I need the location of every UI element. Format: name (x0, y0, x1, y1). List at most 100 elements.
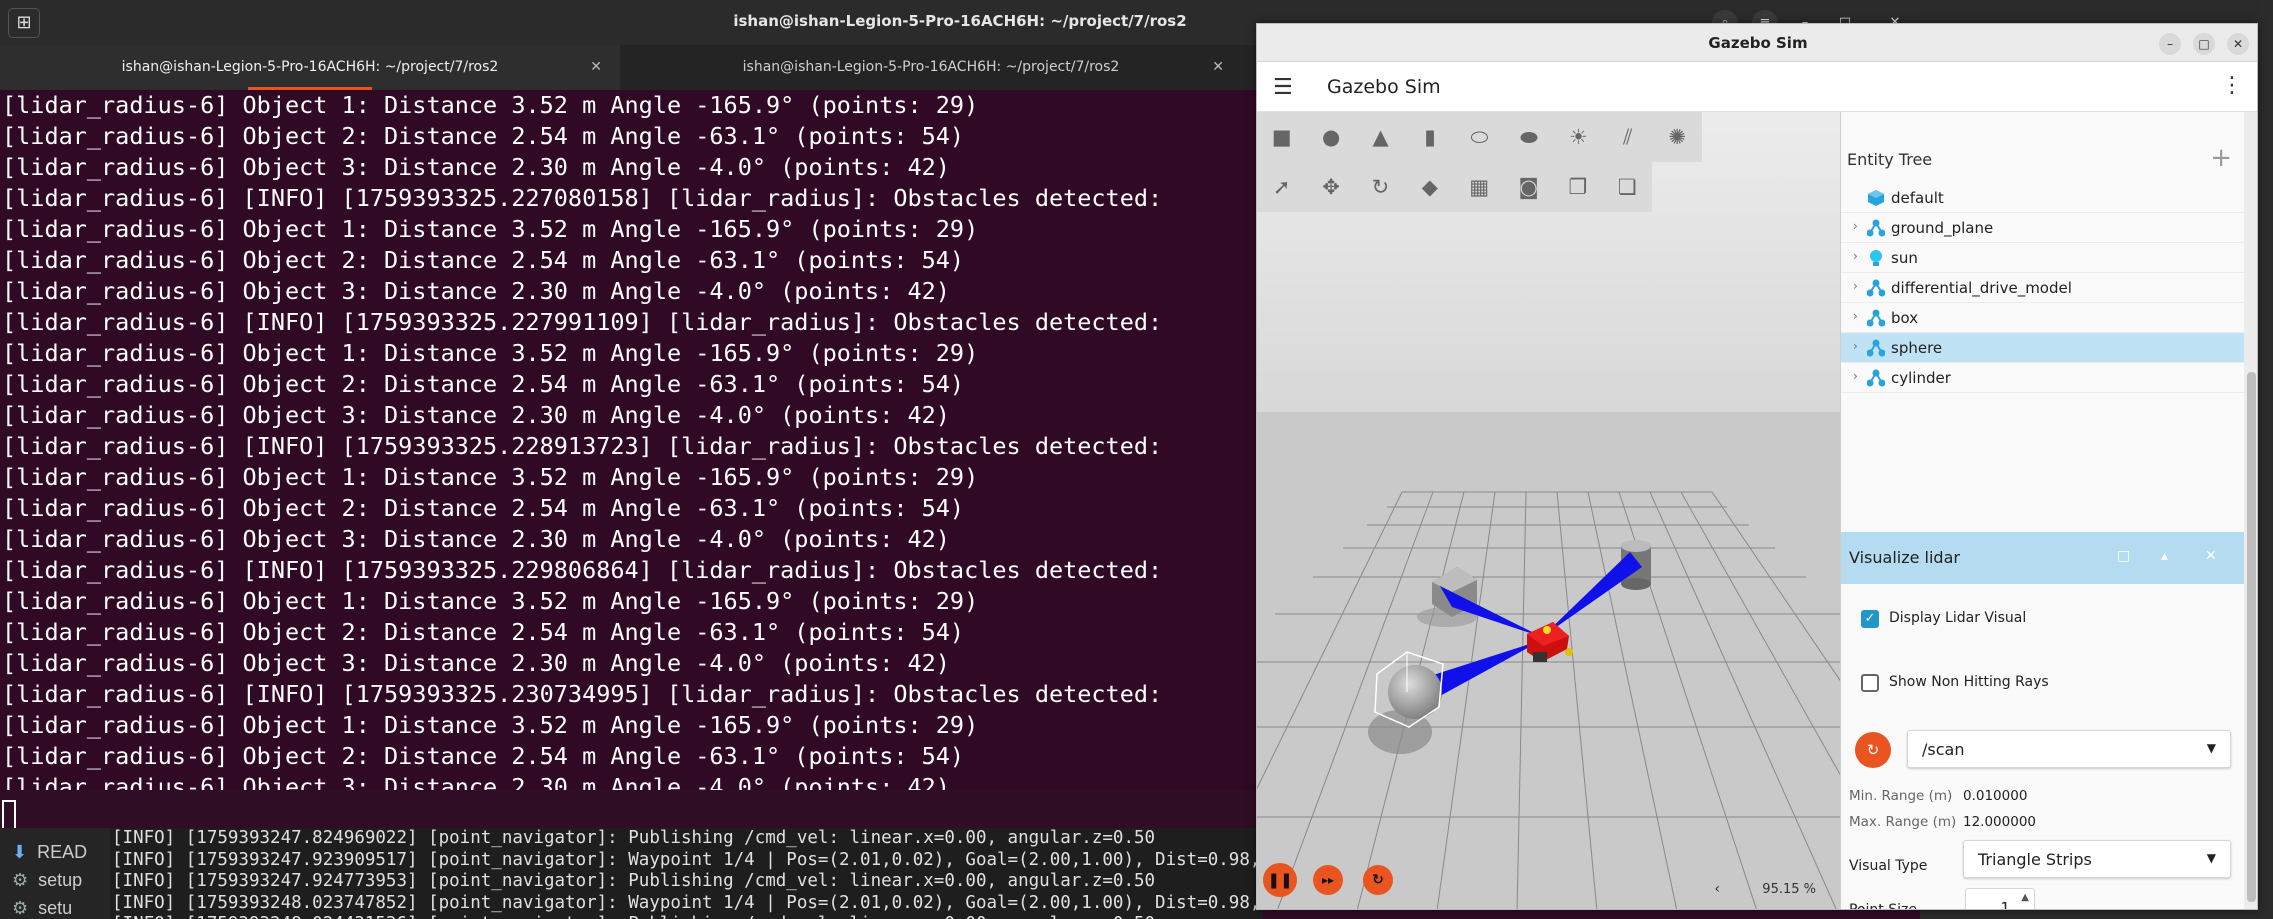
box-shape-icon[interactable]: ■ (1257, 112, 1306, 162)
entity-name: sphere (1891, 339, 1943, 357)
tab-close-icon[interactable]: ✕ (1212, 45, 1224, 90)
model-icon (1866, 339, 1886, 357)
cone-shape-icon[interactable]: ▲ (1356, 112, 1405, 162)
max-range-label: Max. Range (m) (1849, 814, 1957, 830)
right-panel-scrollbar[interactable] (2244, 112, 2257, 909)
visualize-lidar-title: Visualize lidar (1849, 548, 1960, 567)
terminal-line: [lidar_radius-6] Object 3: Distance 2.30… (2, 277, 950, 305)
minimize-icon[interactable]: – (2159, 33, 2181, 55)
navigator-log[interactable]: [INFO] [1759393247.824969022] [point_nav… (112, 828, 1262, 919)
entity-row-ground-plane[interactable]: › ground_plane (1841, 213, 2245, 243)
chevron-down-icon: ▼ (2206, 741, 2216, 755)
terminal-line: [lidar_radius-6] Object 1: Distance 3.52… (2, 711, 979, 739)
directional-light-icon[interactable]: ⫽ (1603, 112, 1652, 162)
terminal-line: [lidar_radius-6] Object 3: Distance 2.30… (2, 773, 950, 790)
gazebo-window: Gazebo Sim – □ ✕ ☰ Gazebo Sim ⋮ ■ ● ▲ ▮ … (1256, 23, 2258, 910)
close-icon[interactable]: ✕ (2227, 33, 2249, 55)
terminal-line: [lidar_radius-6] Object 2: Distance 2.54… (2, 122, 965, 150)
chevron-right-icon[interactable]: › (1853, 249, 1858, 263)
spot-light-icon[interactable]: ✺ (1653, 112, 1702, 162)
topbar-edge (1920, 0, 2273, 23)
entity-row-cylinder[interactable]: › cylinder (1841, 363, 2245, 393)
non-hitting-rays-checkbox[interactable] (1861, 674, 1879, 692)
point-size-value: 1 (2000, 899, 2010, 910)
sphere-shape-icon[interactable]: ● (1306, 112, 1355, 162)
entity-row-default[interactable]: default (1841, 183, 2245, 213)
chevron-right-icon[interactable]: › (1853, 309, 1858, 323)
entity-name: cylinder (1891, 369, 1951, 387)
capsule-shape-icon[interactable]: ⬭ (1455, 112, 1504, 162)
topic-select[interactable]: /scan ▼ (1907, 730, 2231, 768)
tab-label: ishan@ishan-Legion-5-Pro-16ACH6H: ~/proj… (742, 59, 1120, 75)
model-icon (1866, 369, 1886, 387)
model-icon (1866, 279, 1886, 297)
entity-row-sun[interactable]: › sun (1841, 243, 2245, 273)
zoom-level: 95.15 % (1762, 882, 1816, 897)
tab-close-icon[interactable]: ✕ (590, 45, 602, 90)
hamburger-menu-icon[interactable]: ☰ (1273, 75, 1293, 100)
chevron-left-icon[interactable]: ‹ (1714, 881, 1720, 897)
pause-button[interactable]: ❚❚ (1263, 863, 1297, 897)
close-icon[interactable]: ✕ (2205, 548, 2217, 564)
terminal-line: [lidar_radius-6] Object 1: Distance 3.52… (2, 339, 979, 367)
chevron-right-icon[interactable]: › (1853, 219, 1858, 233)
terminal-tab-2[interactable]: ishan@ishan-Legion-5-Pro-16ACH6H: ~/proj… (620, 45, 1242, 90)
chevron-right-icon[interactable]: › (1853, 339, 1858, 353)
gazebo-titlebar: Gazebo Sim – □ ✕ (1257, 24, 2257, 62)
camera-icon[interactable]: ◙ (1504, 162, 1553, 212)
translate-icon[interactable]: ✥ (1306, 162, 1355, 212)
entity-row-differential-drive-model[interactable]: › differential_drive_model (1841, 273, 2245, 303)
select-arrow-icon[interactable]: ➚ (1257, 162, 1306, 212)
topic-value: /scan (1922, 740, 1965, 759)
entity-name: ground_plane (1891, 219, 1994, 237)
entity-row-box[interactable]: › box (1841, 303, 2245, 333)
cylinder-shape-icon[interactable]: ▮ (1405, 112, 1454, 162)
min-range-value[interactable]: 0.010000 (1963, 788, 2027, 804)
scrollbar-thumb[interactable] (2247, 372, 2256, 902)
more-options-icon[interactable]: ⋮ (2221, 73, 2243, 98)
terminal-output[interactable]: [lidar_radius-6] Object 1: Distance 3.52… (0, 90, 1262, 790)
sidebar-item-setup-2[interactable]: ⚙ setu (12, 898, 72, 919)
terminal-line: [lidar_radius-6] Object 3: Distance 2.30… (2, 649, 950, 677)
point-size-spinbox[interactable]: 1 ▲ ▼ (1965, 888, 2035, 910)
terminal-line: [lidar_radius-6] Object 2: Distance 2.54… (2, 742, 965, 770)
decrement-icon[interactable]: ▼ (2021, 909, 2029, 910)
float-panel-icon[interactable]: □ (2117, 548, 2130, 564)
step-button[interactable]: ▸▸ (1313, 865, 1343, 895)
grid-icon[interactable]: ▦ (1455, 162, 1504, 212)
terminal-line: [lidar_radius-6] [INFO] [1759393325.2279… (2, 308, 1163, 336)
chevron-right-icon[interactable]: › (1853, 369, 1858, 383)
terminal-line: [lidar_radius-6] Object 3: Distance 2.30… (2, 153, 950, 181)
collapse-icon[interactable]: ▴ (2161, 548, 2168, 564)
display-lidar-checkbox[interactable]: ✓ (1861, 610, 1879, 628)
entity-name: default (1891, 189, 1944, 207)
snap-icon[interactable]: ◆ (1405, 162, 1454, 212)
ground-plane (1257, 412, 1840, 909)
terminal-cursor (2, 800, 16, 830)
rotate-icon[interactable]: ↻ (1356, 162, 1405, 212)
entity-name: differential_drive_model (1891, 279, 2072, 297)
visual-type-label: Visual Type (1849, 858, 1928, 874)
ellipsoid-shape-icon[interactable]: ⬬ (1504, 112, 1553, 162)
max-range-value[interactable]: 12.000000 (1963, 814, 2036, 830)
gazebo-header: ☰ Gazebo Sim ⋮ (1257, 62, 2257, 112)
maximize-icon[interactable]: □ (2193, 33, 2215, 55)
entity-name: box (1891, 309, 1919, 327)
terminal-tab-1[interactable]: ishan@ishan-Legion-5-Pro-16ACH6H: ~/proj… (0, 45, 620, 90)
sun-light-icon[interactable]: ☀ (1554, 112, 1603, 162)
entity-row-sphere[interactable]: › sphere (1841, 333, 2245, 363)
sidebar-item-setup[interactable]: ⚙ setup (12, 870, 82, 891)
paste-icon[interactable]: ❏ (1603, 162, 1652, 212)
chevron-right-icon[interactable]: › (1853, 279, 1858, 293)
copy-icon[interactable]: ❐ (1553, 162, 1602, 212)
gear-icon: ⚙ (12, 898, 29, 918)
add-entity-icon[interactable]: + (2210, 143, 2232, 173)
sidebar-item-readme[interactable]: ⬇ READ (12, 842, 87, 863)
reset-button[interactable]: ↻ (1363, 865, 1393, 895)
cube-icon (1867, 189, 1885, 207)
refresh-topic-button[interactable]: ↻ (1855, 732, 1891, 768)
increment-icon[interactable]: ▲ (2021, 892, 2029, 903)
3d-scene-view[interactable]: ■ ● ▲ ▮ ⬭ ⬬ ☀ ⫽ ✺ ➚ ✥ ↻ ◆ ▦ ◙ ❐ ❏ ❚❚ ▸▸ … (1257, 112, 1840, 909)
terminal-line: [lidar_radius-6] Object 2: Distance 2.54… (2, 246, 965, 274)
visual-type-select[interactable]: Triangle Strips ▼ (1963, 840, 2231, 878)
